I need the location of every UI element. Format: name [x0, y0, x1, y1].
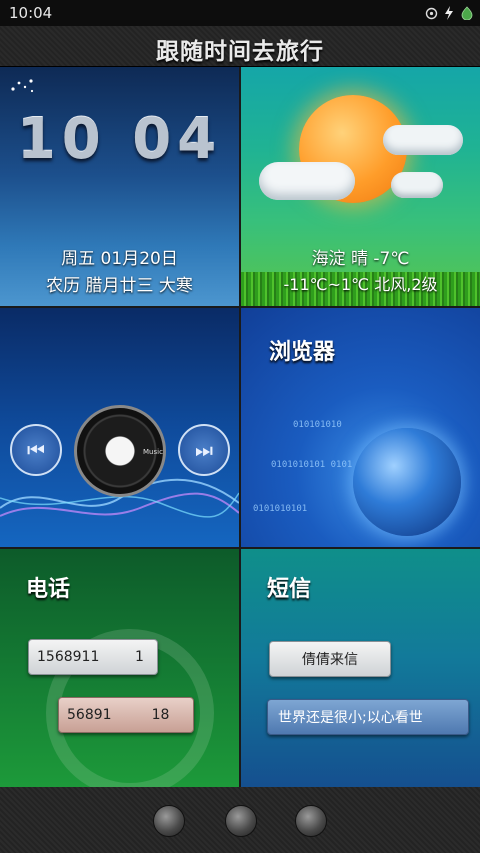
message-text: 世界还是很小;以心看世	[278, 710, 423, 726]
call-number: 1568911 1	[37, 649, 144, 665]
widget-grid: 10 04 周五 01月20日 农历 腊月廿三 大寒 海淀 晴 -7℃ -11℃…	[0, 67, 480, 788]
phone-title: 电话	[26, 577, 71, 602]
recent-call-entry[interactable]: 1568911 1	[28, 639, 158, 675]
bottom-dock	[0, 787, 480, 853]
vinyl-disc-icon[interactable]: Music	[74, 405, 166, 497]
clock-widget[interactable]: 10 04 周五 01月20日 农历 腊月廿三 大寒	[0, 67, 239, 306]
weather-detail: -11℃~1℃ 北风,2级	[283, 275, 438, 294]
app-header: 跟随时间去旅行	[0, 26, 480, 67]
browser-widget[interactable]: 浏览器 010101010 0101010101 0101 0101010101	[241, 308, 480, 547]
sync-icon	[424, 6, 438, 20]
message-sender[interactable]: 倩倩来信	[269, 641, 391, 677]
sms-widget[interactable]: 短信 倩倩来信 世界还是很小;以心看世	[241, 549, 480, 788]
status-time: 10:04	[9, 4, 53, 22]
cloud-icon	[391, 172, 443, 198]
dock-button-right[interactable]	[295, 805, 327, 837]
sender-name: 倩倩来信	[302, 652, 358, 668]
battery-icon	[460, 6, 474, 20]
next-track-button[interactable]: ⏭	[178, 424, 230, 476]
weather-widget[interactable]: 海淀 晴 -7℃ -11℃~1℃ 北风,2级	[241, 67, 480, 306]
sms-title: 短信	[267, 577, 312, 602]
binary-decoration: 0101010101 0101	[271, 460, 353, 470]
charging-bolt-icon	[442, 6, 456, 20]
clock-date: 周五 01月20日	[61, 249, 178, 269]
clock-time: 10 04	[16, 107, 223, 172]
weather-summary: 海淀 晴 -7℃	[311, 249, 410, 269]
cloud-icon	[383, 125, 463, 155]
previous-icon: ⏮	[27, 438, 45, 462]
clock-lunar-date: 农历 腊月廿三 大寒	[46, 276, 193, 296]
cloud-icon	[259, 162, 355, 200]
message-preview[interactable]: 世界还是很小;以心看世	[267, 699, 469, 735]
call-number: 56891 18	[67, 707, 170, 723]
next-icon: ⏭	[195, 438, 213, 462]
binary-decoration: 010101010	[293, 420, 342, 430]
dock-button-center[interactable]	[225, 805, 257, 837]
status-bar: 10:04	[0, 0, 480, 26]
previous-track-button[interactable]: ⏮	[10, 424, 62, 476]
status-icons	[424, 5, 474, 21]
page-title: 跟随时间去旅行	[156, 39, 324, 65]
globe-icon	[353, 428, 461, 536]
binary-decoration: 0101010101	[253, 504, 308, 514]
recent-call-entry[interactable]: 56891 18	[58, 697, 194, 733]
dock-button-left[interactable]	[153, 805, 185, 837]
browser-title: 浏览器	[269, 340, 336, 365]
music-widget: ⏮ Music ⏭	[0, 308, 239, 547]
disc-label: Music	[143, 448, 163, 456]
stars-decoration	[11, 79, 34, 93]
phone-widget[interactable]: 电话 1568911 1 56891 18	[0, 549, 239, 788]
